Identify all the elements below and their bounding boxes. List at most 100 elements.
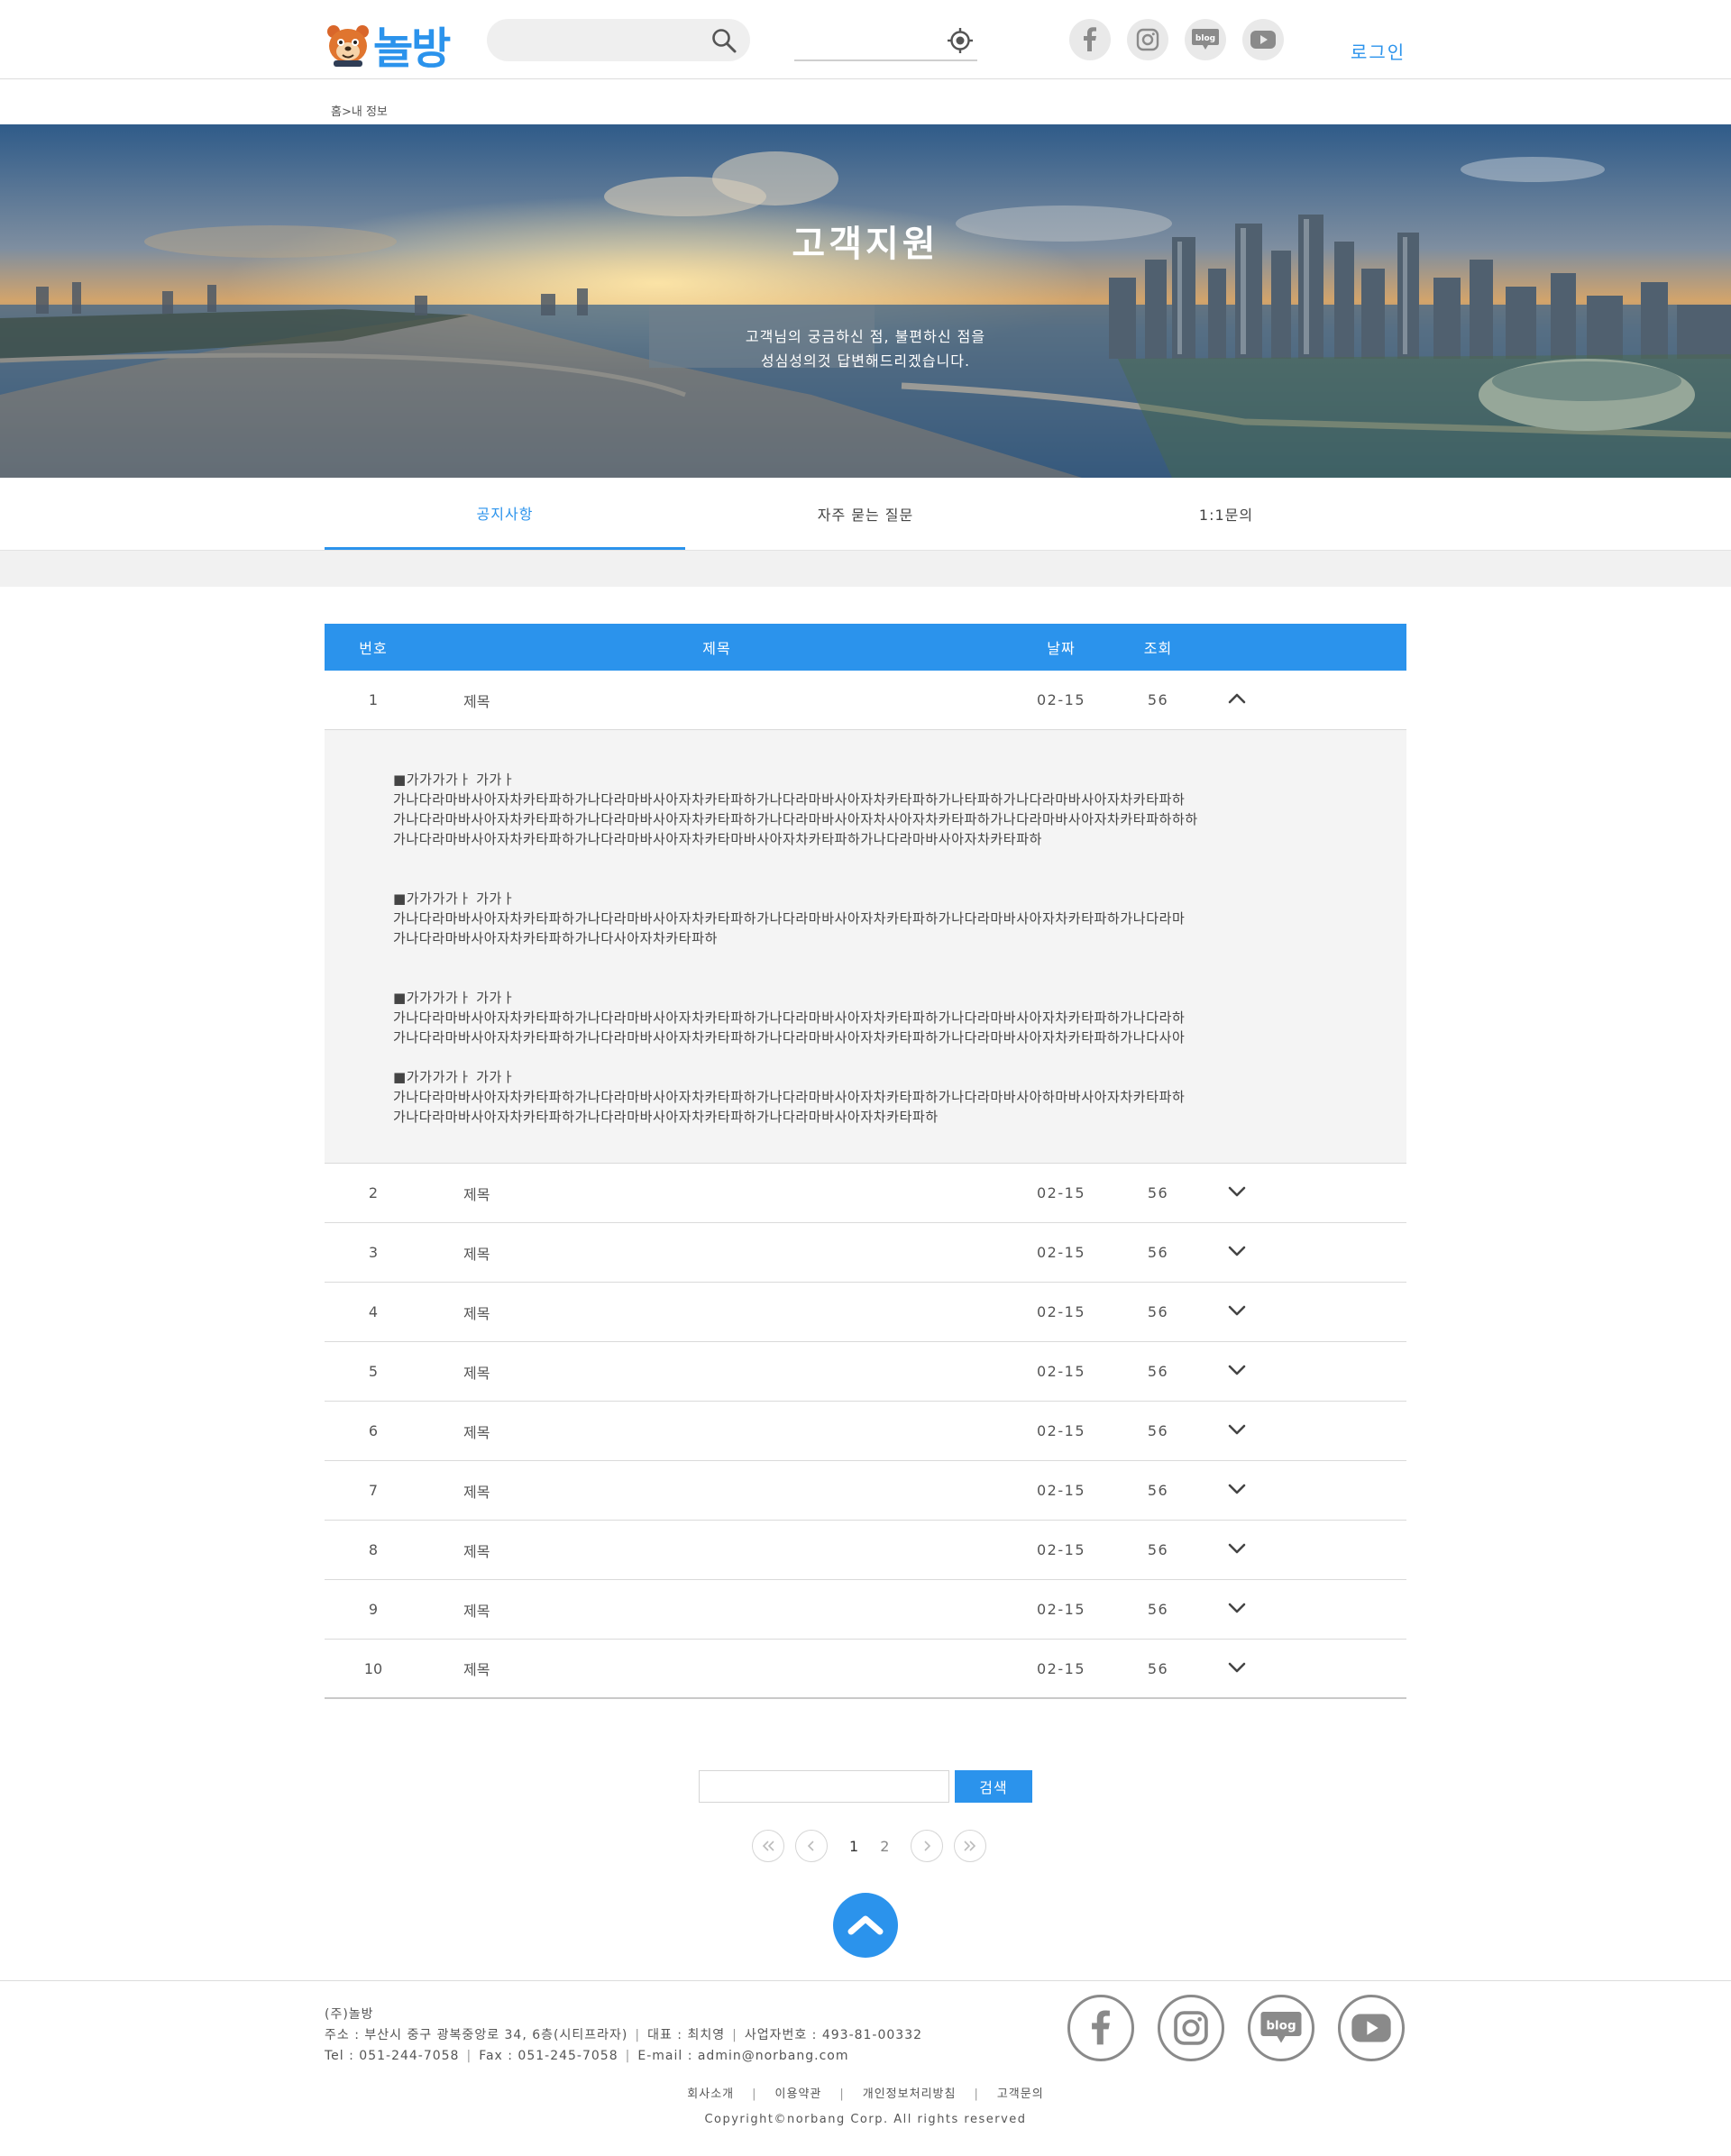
- instagram-icon[interactable]: [1158, 1995, 1224, 2061]
- chevron-right-icon: [924, 1841, 931, 1851]
- location-input[interactable]: [794, 20, 977, 61]
- table-row[interactable]: 10 제목 02-15 56: [325, 1640, 1406, 1699]
- facebook-icon[interactable]: [1067, 1995, 1134, 2061]
- scroll-top-button[interactable]: [833, 1893, 898, 1958]
- chevron-down-icon[interactable]: [1227, 1304, 1247, 1317]
- chevron-down-icon[interactable]: [1227, 1185, 1247, 1198]
- row-toggle[interactable]: [1205, 1660, 1268, 1677]
- chevron-down-icon[interactable]: [1227, 1364, 1247, 1376]
- row-date: 02-15: [1037, 1363, 1085, 1380]
- table-row[interactable]: 6 제목 02-15 56: [325, 1402, 1406, 1461]
- row-toggle[interactable]: [1205, 1184, 1268, 1201]
- table-row[interactable]: 7 제목 02-15 56: [325, 1461, 1406, 1521]
- row-date: 02-15: [1037, 691, 1085, 708]
- row-num: 6: [368, 1422, 379, 1439]
- row-num: 10: [363, 1659, 383, 1677]
- row-toggle[interactable]: [1205, 1244, 1268, 1261]
- row-title: 제목: [463, 1185, 490, 1203]
- table-row[interactable]: 1 제목 02-15 56: [325, 671, 1406, 730]
- footer-company-name: (주)놀방: [325, 2007, 374, 2022]
- footer-link-terms[interactable]: 이용약관: [775, 2087, 822, 2101]
- answer-line: 가나다라마바사아자차카타파하가나다사아자차카타파하: [393, 930, 719, 946]
- first-page-button[interactable]: [752, 1830, 784, 1862]
- footer-tel: Tel : 051-244-7058: [325, 2049, 460, 2063]
- footer-link-privacy[interactable]: 개인정보처리방침: [863, 2087, 957, 2101]
- header-title: 제목: [702, 640, 731, 657]
- row-title: 제목: [463, 1483, 490, 1501]
- table-row[interactable]: 2 제목 02-15 56: [325, 1164, 1406, 1223]
- next-page-button[interactable]: [911, 1830, 944, 1862]
- answer-line: 가나다라마바사아자차카타파하가나다라마바사아자차카타파하가나다라마바사아자차카타…: [393, 1109, 939, 1125]
- hero-banner: 고객지원 고객님의 궁금하신 점, 불편하신 점을 성심성의것 답변해드리겠습니…: [0, 124, 1731, 478]
- answer-heading: ■가가가가ㅏ 가가ㅏ: [393, 891, 516, 907]
- answer-line: 가나다라마바사아자차카타파하가나다라마바사아자차카타파하가나다라마바사아자차카타…: [393, 1089, 1186, 1105]
- row-date: 02-15: [1037, 1184, 1085, 1201]
- search-icon[interactable]: [710, 27, 737, 54]
- tab-faq[interactable]: 자주 묻는 질문: [685, 478, 1046, 550]
- answer-paragraph: ■가가가가ㅏ 가가ㅏ 가나다라마바사아자차카타파하가나다라마바사아자차카타파하가…: [393, 1067, 1331, 1127]
- chevron-down-icon[interactable]: [1227, 1602, 1247, 1614]
- row-num: 8: [368, 1541, 379, 1558]
- logo-mascot-icon: [327, 25, 369, 67]
- svg-text:blog: blog: [1195, 34, 1215, 43]
- table-row[interactable]: 9 제목 02-15 56: [325, 1580, 1406, 1640]
- chevron-down-icon[interactable]: [1227, 1483, 1247, 1495]
- row-toggle[interactable]: [1205, 1422, 1268, 1439]
- chevron-up-icon[interactable]: [1227, 692, 1247, 705]
- row-num: 4: [368, 1303, 379, 1320]
- login-link[interactable]: 로그인: [1351, 38, 1406, 64]
- hero-description: 고객님의 궁금하신 점, 불편하신 점을 성심성의것 답변해드리겠습니다.: [0, 324, 1731, 373]
- row-date: 02-15: [1037, 1482, 1085, 1499]
- table-row[interactable]: 4 제목 02-15 56: [325, 1283, 1406, 1342]
- instagram-icon[interactable]: [1127, 19, 1168, 60]
- header-search-input[interactable]: [487, 19, 750, 61]
- location-target-icon[interactable]: [947, 27, 974, 54]
- blog-icon[interactable]: blog: [1248, 1995, 1314, 2061]
- svg-text:blog: blog: [1266, 2019, 1296, 2033]
- page-number[interactable]: 1: [849, 1838, 858, 1855]
- facebook-icon[interactable]: [1069, 19, 1111, 60]
- prev-page-button[interactable]: [795, 1830, 828, 1862]
- footer-link-about[interactable]: 회사소개: [687, 2087, 734, 2101]
- chevron-down-icon[interactable]: [1227, 1423, 1247, 1436]
- row-date: 02-15: [1037, 1541, 1085, 1558]
- city-skyline-image: [0, 124, 1731, 478]
- tab-inquiry[interactable]: 1:1문의: [1046, 478, 1406, 550]
- last-page-button[interactable]: [954, 1830, 987, 1862]
- answer-line: 가나다라마바사아자차카타파하가나다라마바사아자차카타파하가나다라마바사아자차카타…: [393, 1029, 1186, 1046]
- footer-address-line: 주소 : 부산시 중구 광복중앙로 34, 6층(시티프라자) | 대표 : 최치영…: [325, 2028, 923, 2042]
- table-row[interactable]: 8 제목 02-15 56: [325, 1521, 1406, 1580]
- tab-notice[interactable]: 공지사항: [325, 478, 685, 550]
- copyright: Copyright©norbang Corp. All rights reser…: [704, 2113, 1027, 2126]
- row-num: 3: [368, 1244, 379, 1261]
- board-search-input[interactable]: [699, 1770, 949, 1803]
- page-number[interactable]: 2: [880, 1838, 889, 1855]
- row-toggle[interactable]: [1205, 1601, 1268, 1618]
- row-title: 제목: [463, 1364, 490, 1382]
- footer-link-contact[interactable]: 고객문의: [997, 2087, 1044, 2101]
- double-chevron-left-icon: [762, 1841, 774, 1851]
- row-title: 제목: [463, 1542, 490, 1560]
- footer-fax: Fax : 051-245-7058: [479, 2049, 618, 2063]
- chevron-down-icon[interactable]: [1227, 1542, 1247, 1555]
- header-num: 번호: [359, 640, 388, 657]
- row-views: 56: [1147, 691, 1169, 708]
- row-views: 56: [1147, 1422, 1169, 1439]
- blog-icon[interactable]: blog: [1185, 19, 1226, 60]
- row-toggle[interactable]: [1205, 691, 1268, 708]
- support-tabs: 공지사항 자주 묻는 질문 1:1문의: [325, 478, 1406, 550]
- chevron-down-icon[interactable]: [1227, 1245, 1247, 1257]
- row-toggle[interactable]: [1205, 1303, 1268, 1320]
- youtube-icon[interactable]: [1242, 19, 1284, 60]
- row-toggle[interactable]: [1205, 1363, 1268, 1380]
- row-toggle[interactable]: [1205, 1482, 1268, 1499]
- chevron-down-icon[interactable]: [1227, 1661, 1247, 1674]
- youtube-icon[interactable]: [1338, 1995, 1405, 2061]
- logo[interactable]: 놀방: [325, 13, 451, 76]
- row-title: 제목: [463, 1245, 490, 1263]
- row-toggle[interactable]: [1205, 1541, 1268, 1558]
- table-row[interactable]: 5 제목 02-15 56: [325, 1342, 1406, 1402]
- header-sns-links: blog: [1069, 19, 1284, 60]
- table-row[interactable]: 3 제목 02-15 56: [325, 1223, 1406, 1283]
- board-search-button[interactable]: 검색: [955, 1770, 1032, 1803]
